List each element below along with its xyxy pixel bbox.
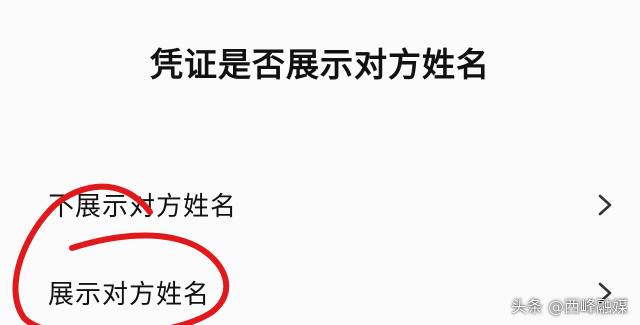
option-label: 展示对方姓名	[48, 280, 211, 310]
page-title: 凭证是否展示对方姓名	[150, 45, 490, 84]
watermark: 头条 @西峰融媒	[510, 297, 628, 316]
option-label: 不展示对方姓名	[48, 192, 238, 222]
option-hide-name[interactable]: 不展示对方姓名	[0, 174, 640, 234]
chevron-right-icon	[598, 194, 612, 216]
settings-screen: 凭证是否展示对方姓名 不展示对方姓名 展示对方姓名 头条 @西峰融媒	[0, 0, 640, 325]
